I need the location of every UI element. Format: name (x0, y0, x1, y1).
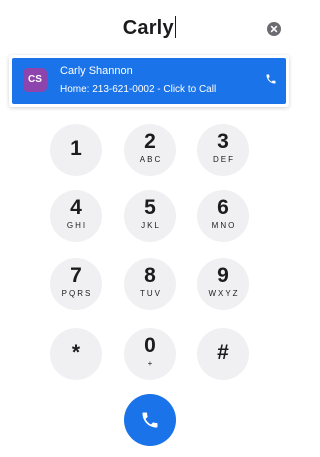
dial-key-9[interactable]: 9 WXYZ (197, 258, 249, 310)
contact-suggestion-item[interactable]: CS Carly Shannon Home: 213-621-0002 - Cl… (12, 58, 286, 104)
text-caret (174, 16, 177, 38)
key-digit: * (71, 341, 81, 364)
key-digit: 9 (217, 264, 229, 287)
key-letters: TUV (140, 289, 162, 298)
key-letters: ABC (139, 155, 163, 164)
key-digit: 4 (70, 196, 82, 219)
contact-avatar: CS (23, 68, 47, 92)
phone-icon[interactable] (265, 73, 277, 85)
key-digit: 5 (144, 196, 156, 219)
dial-key-7[interactable]: 7 PQRS (50, 258, 102, 310)
key-digit: 3 (217, 130, 229, 153)
key-digit: 7 (70, 264, 82, 287)
key-digit: 0 (144, 334, 156, 357)
dial-key-1[interactable]: 1 (50, 124, 102, 176)
dial-search-value: Carly (122, 17, 174, 39)
key-digit: 1 (70, 137, 82, 160)
key-digit: 2 (144, 130, 156, 153)
close-icon (270, 25, 278, 33)
dial-key-0[interactable]: 0 + (124, 328, 176, 380)
dial-key-4[interactable]: 4 GHI (50, 190, 102, 242)
dialer-panel: Carly CS Carly Shannon Home: 213-621-000… (0, 0, 299, 457)
contact-suggestion-list: CS Carly Shannon Home: 213-621-0002 - Cl… (9, 55, 289, 107)
dial-key-6[interactable]: 6 MNO (197, 190, 249, 242)
contact-name: Carly Shannon (60, 65, 133, 77)
search-row: Carly (0, 12, 299, 46)
dial-key-5[interactable]: 5 JKL (124, 190, 176, 242)
key-letters: MNO (211, 221, 237, 230)
key-digit: 8 (144, 264, 156, 287)
dial-key-3[interactable]: 3 DEF (197, 124, 249, 176)
key-letters: + (147, 359, 155, 368)
key-digit: # (217, 341, 229, 364)
key-digit: 6 (217, 196, 229, 219)
call-button[interactable] (124, 394, 176, 446)
key-letters: PQRS (61, 289, 93, 298)
key-letters: DEF (213, 155, 235, 164)
phone-icon (142, 412, 158, 428)
dial-key-2[interactable]: 2 ABC (124, 124, 176, 176)
dial-key-hash[interactable]: # (197, 328, 249, 380)
contact-phone-detail: Home: 213-621-0002 - Click to Call (60, 84, 217, 95)
key-letters: JKL (141, 221, 161, 230)
dial-key-8[interactable]: 8 TUV (124, 258, 176, 310)
dial-key-star[interactable]: * (50, 328, 102, 380)
dial-search-input[interactable]: Carly (0, 16, 299, 40)
key-letters: GHI (66, 221, 88, 230)
clear-search-button[interactable] (267, 22, 281, 36)
key-letters: WXYZ (208, 289, 240, 298)
